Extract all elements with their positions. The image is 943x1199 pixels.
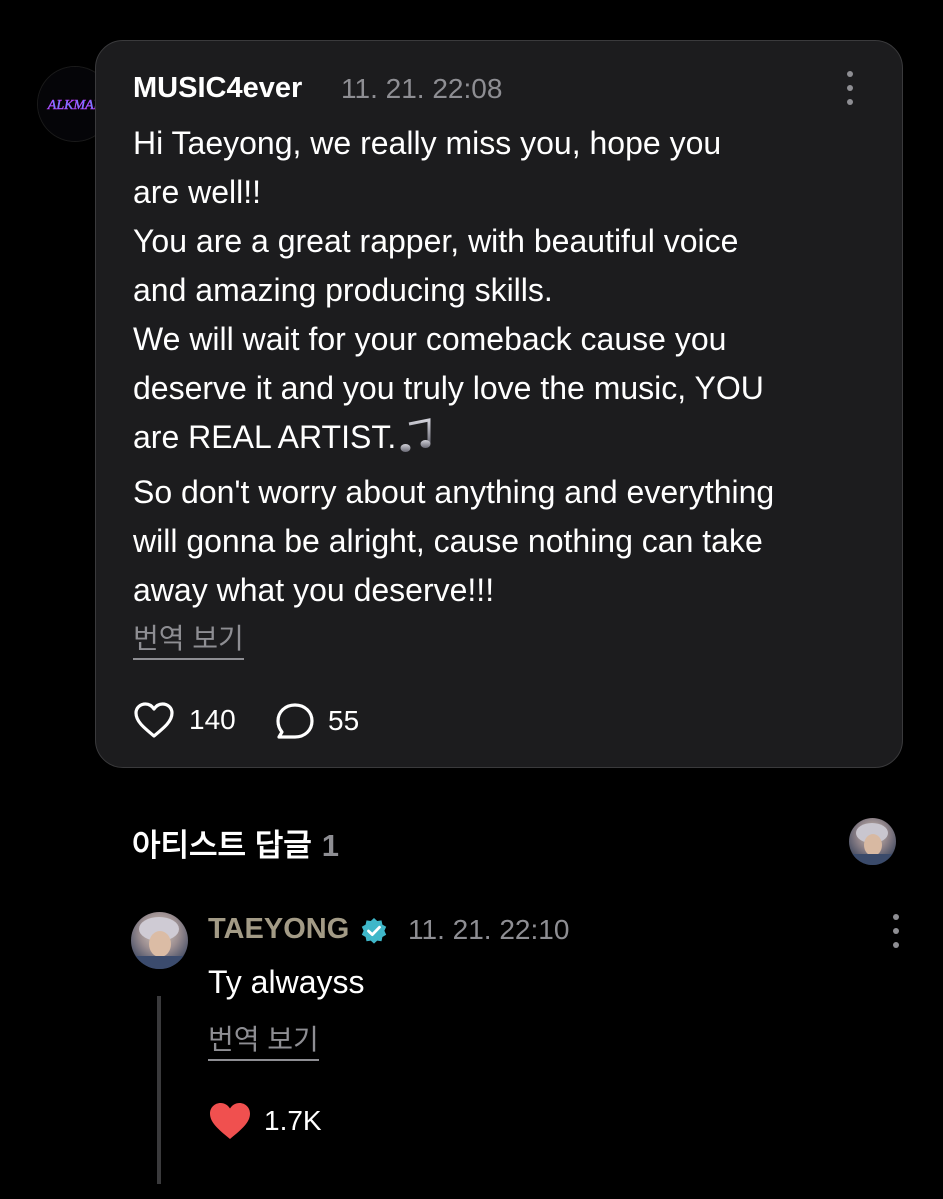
post-line: We will wait for your comeback cause you — [133, 321, 727, 357]
artist-avatar-small[interactable] — [849, 818, 896, 865]
reply-avatar[interactable] — [131, 912, 188, 969]
more-vertical-icon[interactable] — [840, 71, 860, 105]
comment-count: 55 — [328, 705, 360, 736]
post-body: Hi Taeyong, we really miss you, hope you… — [133, 119, 883, 615]
reply-like-button[interactable]: 1.7K — [208, 1101, 322, 1141]
comment-bubble-icon — [274, 701, 316, 741]
post-line: You are a great rapper, with beautiful v… — [133, 223, 739, 259]
artist-replies-count: 1 — [321, 828, 339, 863]
comment-button[interactable]: 55 — [274, 701, 359, 741]
post-timestamp: 11. 21. 22:08 — [341, 73, 503, 104]
post-line: deserve it and you truly love the music,… — [133, 370, 764, 406]
post-line: will gonna be alright, cause nothing can… — [133, 523, 763, 559]
post-line: are well!! — [133, 174, 262, 210]
post-username[interactable]: MUSIC4ever — [133, 72, 302, 105]
reply-text: Ty alwayss — [208, 964, 365, 1000]
post-line: away what you deserve!!! — [133, 572, 495, 608]
like-button[interactable]: 140 — [133, 701, 236, 739]
post-line: and amazing producing skills. — [133, 272, 553, 308]
thread-line — [157, 996, 161, 1184]
reply-translate-link[interactable]: 번역 보기 — [208, 1024, 319, 1061]
reply-like-count: 1.7K — [264, 1105, 322, 1136]
post-line: So don't worry about anything and everyt… — [133, 474, 775, 510]
reply-timestamp: 11. 21. 22:10 — [408, 914, 570, 945]
like-count: 140 — [189, 704, 236, 735]
heart-outline-icon — [133, 701, 175, 739]
post-card: MUSIC4ever 11. 21. 22:08 Hi Taeyong, we … — [95, 40, 903, 768]
post-line: are REAL ARTIST. — [133, 413, 883, 468]
artist-replies-title: 아티스트 답글 1 — [132, 828, 339, 863]
music-note-icon — [400, 418, 432, 468]
post-line: Hi Taeyong, we really miss you, hope you — [133, 125, 722, 161]
verified-badge-icon — [360, 917, 388, 945]
translate-link[interactable]: 번역 보기 — [133, 623, 244, 660]
more-vertical-icon[interactable] — [886, 914, 906, 948]
reply-username[interactable]: TAEYONG — [208, 913, 349, 946]
heart-filled-icon — [208, 1101, 252, 1141]
